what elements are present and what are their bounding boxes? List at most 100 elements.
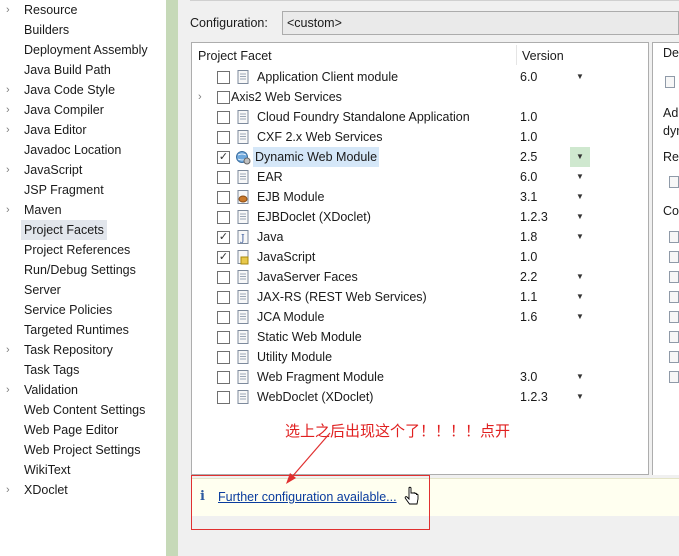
sidebar-item-task-tags[interactable]: Task Tags — [24, 360, 79, 380]
version-dropdown-icon[interactable]: ▼ — [570, 147, 590, 167]
facet-row[interactable]: CXF 2.x Web Services 1.0 — [192, 127, 648, 147]
facet-checkbox[interactable] — [217, 311, 230, 324]
sidebar-item-javascript[interactable]: JavaScript — [24, 160, 82, 180]
version-dropdown-icon[interactable]: ▼ — [570, 67, 590, 87]
document-icon — [669, 271, 679, 283]
facet-version[interactable]: 1.1 — [520, 287, 537, 307]
facet-row[interactable]: Utility Module — [192, 347, 648, 367]
sidebar-item-java-code-style[interactable]: Java Code Style — [24, 80, 115, 100]
sidebar-item-wikitext[interactable]: WikiText — [24, 460, 71, 480]
facet-version[interactable]: 1.2.3 — [520, 387, 548, 407]
sidebar-item-resource[interactable]: Resource — [24, 0, 78, 20]
tree-expand-chevron-icon[interactable]: › — [6, 340, 18, 360]
details-description-line1: Ad — [663, 106, 679, 120]
sidebar-item-jsp-fragment[interactable]: JSP Fragment — [24, 180, 104, 200]
facet-checkbox[interactable] — [217, 71, 230, 84]
version-dropdown-icon[interactable]: ▼ — [570, 367, 590, 387]
facet-row[interactable]: ✓ J Java 1.8 ▼ — [192, 227, 648, 247]
facet-checkbox[interactable] — [217, 111, 230, 124]
sidebar-item-web-project-settings[interactable]: Web Project Settings — [24, 440, 141, 460]
tree-expand-chevron-icon[interactable]: › — [6, 160, 18, 180]
sidebar-item-javadoc-location[interactable]: Javadoc Location — [24, 140, 121, 160]
sidebar-item-targeted-runtimes[interactable]: Targeted Runtimes — [24, 320, 129, 340]
document-icon — [235, 389, 251, 405]
facet-row[interactable]: ✓ Dynamic Web Module 2.5 ▼ — [192, 147, 648, 167]
sidebar-item-java-build-path[interactable]: Java Build Path — [24, 60, 111, 80]
sidebar-item-java-editor[interactable]: Java Editor — [24, 120, 87, 140]
facet-checkbox[interactable] — [217, 331, 230, 344]
facet-version[interactable]: 2.2 — [520, 267, 537, 287]
facet-checkbox[interactable]: ✓ — [217, 231, 230, 244]
sidebar-item-xdoclet[interactable]: XDoclet — [24, 480, 68, 500]
sidebar-item-validation[interactable]: Validation — [24, 380, 78, 400]
facet-checkbox[interactable] — [217, 171, 230, 184]
facet-version[interactable]: 6.0 — [520, 67, 537, 87]
facet-row[interactable]: Web Fragment Module 3.0 ▼ — [192, 367, 648, 387]
facet-version[interactable]: 2.5 — [520, 147, 537, 167]
facet-name: Utility Module — [257, 350, 333, 364]
facet-row[interactable]: JAX-RS (REST Web Services) 1.1 ▼ — [192, 287, 648, 307]
sidebar-item-service-policies[interactable]: Service Policies — [24, 300, 112, 320]
facet-checkbox[interactable] — [217, 211, 230, 224]
facet-checkbox[interactable]: ✓ — [217, 151, 230, 164]
tree-expand-chevron-icon[interactable]: › — [6, 100, 18, 120]
facet-row[interactable]: EJBDoclet (XDoclet) 1.2.3 ▼ — [192, 207, 648, 227]
configuration-combo[interactable]: <custom> — [282, 11, 679, 35]
facet-row[interactable]: Cloud Foundry Standalone Application 1.0 — [192, 107, 648, 127]
sidebar-item-project-facets[interactable]: Project Facets — [21, 220, 107, 240]
facet-checkbox[interactable] — [217, 291, 230, 304]
facet-checkbox[interactable] — [217, 351, 230, 364]
tree-expand-chevron-icon[interactable]: › — [6, 380, 18, 400]
sidebar-item-deployment-assembly[interactable]: Deployment Assembly — [24, 40, 148, 60]
sidebar-item-web-page-editor[interactable]: Web Page Editor — [24, 420, 118, 440]
sidebar-item-web-content-settings[interactable]: Web Content Settings — [24, 400, 145, 420]
sidebar-item-builders[interactable]: Builders — [24, 20, 69, 40]
version-dropdown-icon[interactable]: ▼ — [570, 307, 590, 327]
version-dropdown-icon[interactable]: ▼ — [570, 287, 590, 307]
details-tab-label[interactable]: De — [663, 44, 679, 62]
tree-expand-chevron-icon[interactable]: › — [6, 200, 18, 220]
facet-checkbox[interactable] — [217, 371, 230, 384]
facet-version[interactable]: 1.2.3 — [520, 207, 548, 227]
version-dropdown-icon[interactable]: ▼ — [570, 187, 590, 207]
facet-checkbox[interactable] — [217, 271, 230, 284]
column-header-project-facet[interactable]: Project Facet — [198, 46, 272, 66]
version-dropdown-icon[interactable]: ▼ — [570, 387, 590, 407]
version-dropdown-icon[interactable]: ▼ — [570, 227, 590, 247]
facet-row[interactable]: Static Web Module — [192, 327, 648, 347]
tree-expand-chevron-icon[interactable]: › — [198, 87, 210, 107]
facet-row[interactable]: JavaServer Faces 2.2 ▼ — [192, 267, 648, 287]
facet-row[interactable]: ✓ JavaScript 1.0 — [192, 247, 648, 267]
facet-checkbox[interactable] — [217, 391, 230, 404]
tree-expand-chevron-icon[interactable]: › — [6, 480, 18, 500]
version-dropdown-icon[interactable]: ▼ — [570, 167, 590, 187]
facet-row[interactable]: Application Client module 6.0 ▼ — [192, 67, 648, 87]
facet-checkbox[interactable] — [217, 131, 230, 144]
version-dropdown-icon[interactable]: ▼ — [570, 267, 590, 287]
facet-icon — [665, 76, 675, 88]
document-icon — [235, 169, 251, 185]
tree-expand-chevron-icon[interactable]: › — [6, 80, 18, 100]
column-header-version[interactable]: Version — [522, 46, 564, 66]
sidebar-item-task-repository[interactable]: Task Repository — [24, 340, 113, 360]
sidebar-item-run-debug-settings[interactable]: Run/Debug Settings — [24, 260, 136, 280]
sidebar-item-server[interactable]: Server — [24, 280, 61, 300]
facet-version[interactable]: 6.0 — [520, 167, 537, 187]
sidebar-item-java-compiler[interactable]: Java Compiler — [24, 100, 104, 120]
version-dropdown-icon[interactable]: ▼ — [570, 207, 590, 227]
sidebar-item-project-references[interactable]: Project References — [24, 240, 130, 260]
facet-row[interactable]: › Axis2 Web Services — [192, 87, 648, 107]
facet-row[interactable]: EAR 6.0 ▼ — [192, 167, 648, 187]
facet-row[interactable]: JCA Module 1.6 ▼ — [192, 307, 648, 327]
facet-version[interactable]: 3.1 — [520, 187, 537, 207]
facet-version[interactable]: 3.0 — [520, 367, 537, 387]
tree-expand-chevron-icon[interactable]: › — [6, 120, 18, 140]
facet-checkbox[interactable]: ✓ — [217, 251, 230, 264]
facet-row[interactable]: EJB Module 3.1 ▼ — [192, 187, 648, 207]
facet-version[interactable]: 1.8 — [520, 227, 537, 247]
sidebar-item-maven[interactable]: Maven — [24, 200, 62, 220]
facet-row[interactable]: WebDoclet (XDoclet) 1.2.3 ▼ — [192, 387, 648, 407]
tree-expand-chevron-icon[interactable]: › — [6, 0, 18, 20]
facet-version[interactable]: 1.6 — [520, 307, 537, 327]
facet-checkbox[interactable] — [217, 191, 230, 204]
